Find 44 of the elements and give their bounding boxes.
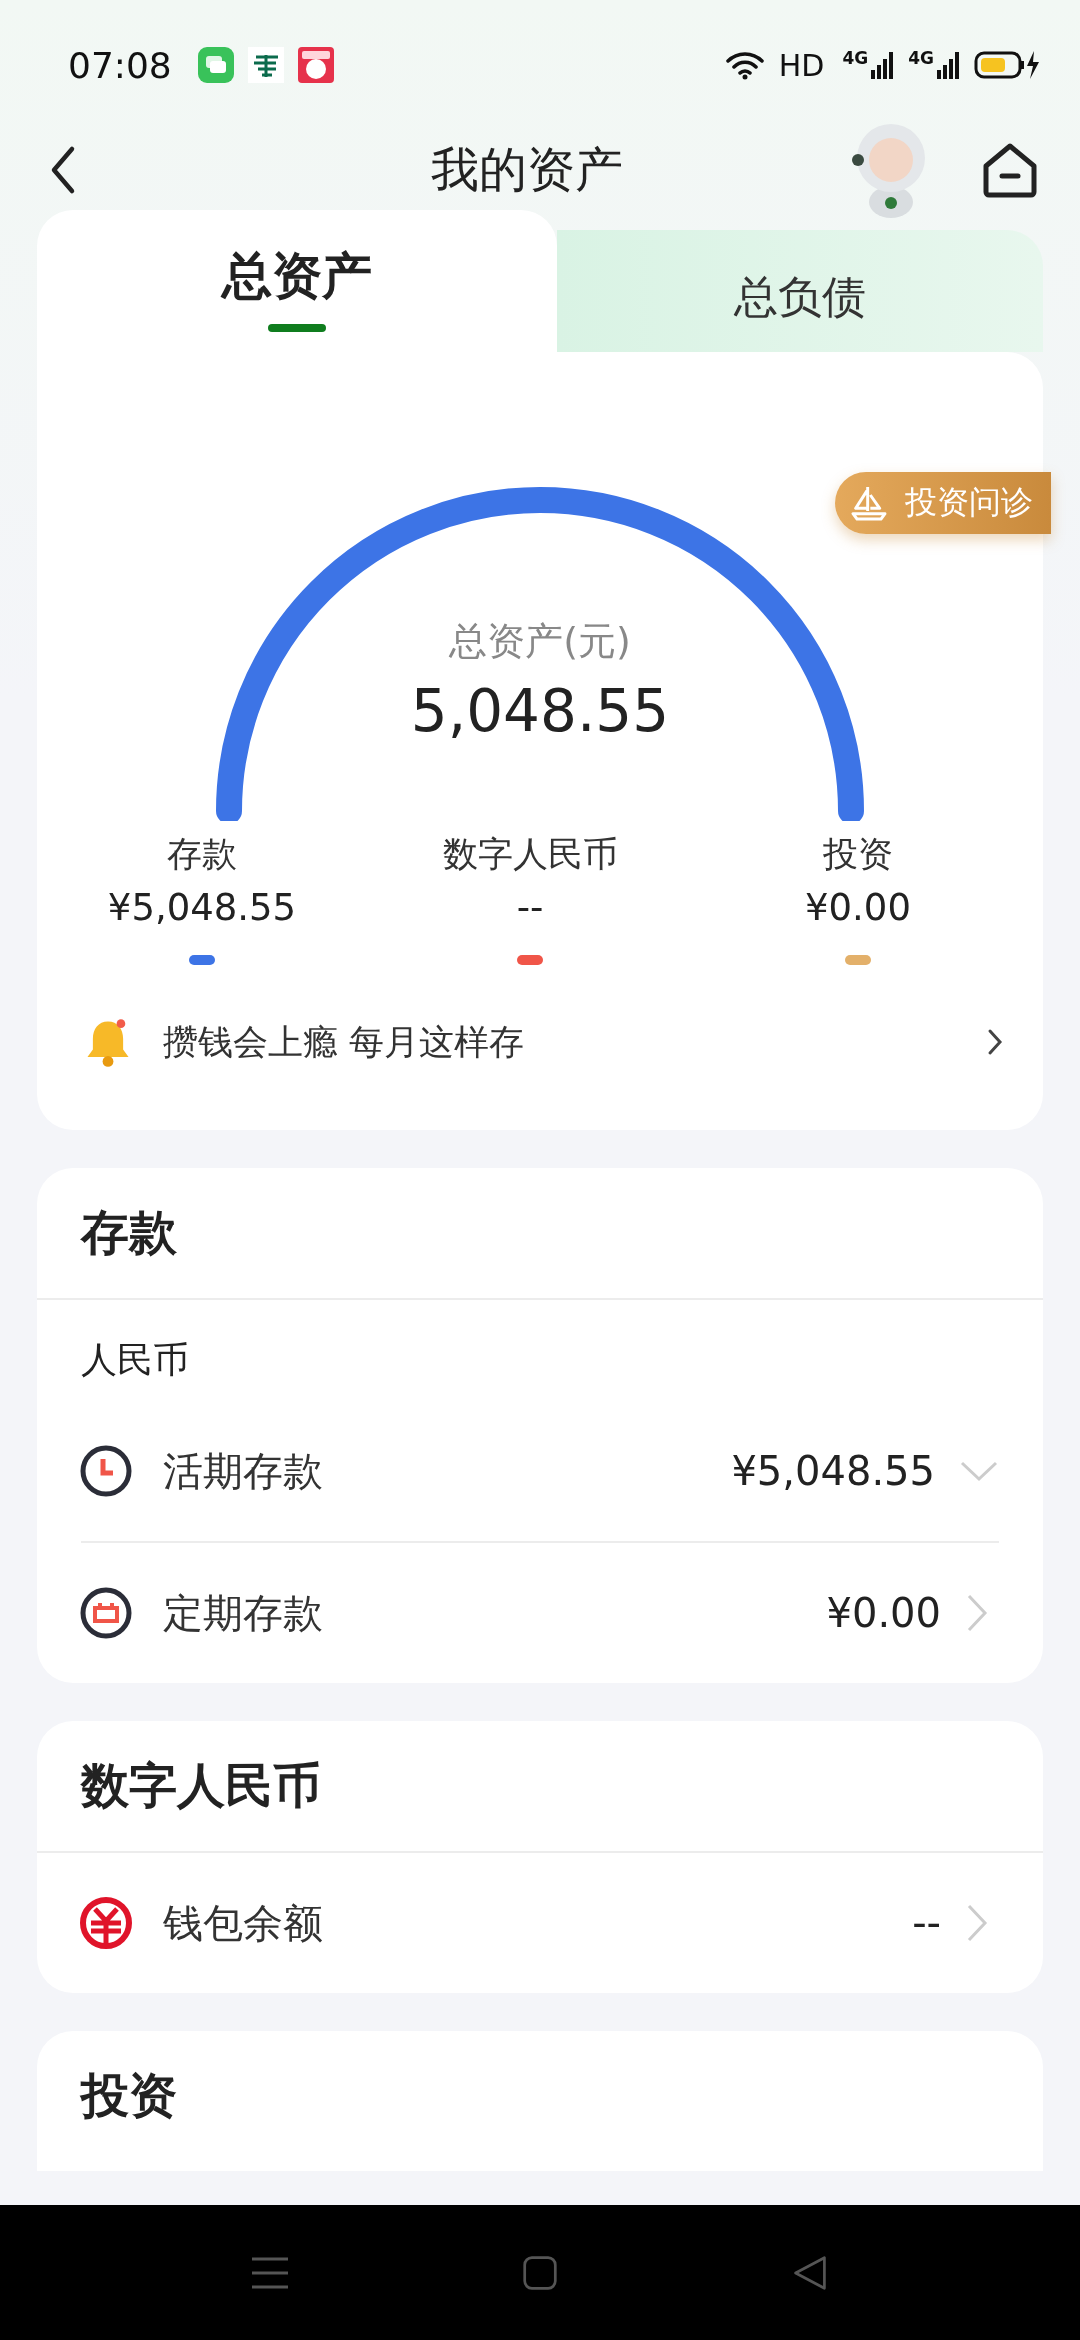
account-amount: -- [912, 1900, 941, 1946]
chevron-right-icon [965, 1903, 989, 1943]
account-name: 定期存款 [163, 1588, 324, 1638]
account-row[interactable]: 定期存款 ¥0.00 [81, 1541, 999, 1683]
sailboat-icon [849, 484, 889, 522]
digital-yuan-icon [79, 1896, 133, 1950]
status-time: 07:08 [68, 44, 172, 86]
currency-label: 人民币 [80, 1338, 190, 1382]
legend-value: ¥0.00 [805, 886, 911, 929]
wifi-icon [724, 50, 765, 80]
legend-value: ¥5,048.55 [107, 886, 297, 929]
battery-charging-icon [974, 50, 1040, 80]
legend-value: -- [516, 886, 544, 929]
section-title: 投资 [79, 2066, 178, 2125]
section-title: 数字人民币 [37, 1721, 1043, 1853]
calendar-icon [79, 1586, 133, 1640]
chevron-right-icon [965, 1593, 989, 1633]
promo-link[interactable]: 攒钱会上瘾 每月这样存 [37, 1015, 1043, 1069]
home-square-icon[interactable] [520, 2254, 560, 2291]
network-label: 4G [842, 48, 869, 68]
signal-icon [936, 50, 960, 80]
account-row[interactable]: 活期存款 ¥5,048.55 [81, 1401, 999, 1541]
account-amount: ¥5,048.55 [731, 1448, 935, 1494]
total-caption: 总资产(元) [449, 618, 631, 665]
account-row[interactable]: 钱包余额 -- [81, 1853, 999, 1993]
shop-app-icon [297, 47, 334, 83]
page-title: 我的资产 [430, 140, 624, 199]
tab[interactable]: 总负债 [557, 230, 1043, 352]
legend-label: 数字人民币 [442, 833, 618, 876]
account-name: 钱包余额 [163, 1898, 324, 1948]
tab[interactable]: 总资产 [37, 210, 557, 352]
account-amount: ¥0.00 [826, 1590, 941, 1636]
account-name: 活期存款 [163, 1446, 324, 1496]
legend-label: 存款 [167, 833, 237, 876]
chevron-right-icon [987, 1028, 1003, 1056]
legend-label: 投资 [823, 833, 893, 876]
hd-label: HD [778, 47, 825, 83]
total-amount: 5,048.55 [410, 677, 670, 745]
network-label: 4G [908, 48, 934, 68]
clock-icon [79, 1444, 133, 1498]
chevron-down-icon [959, 1459, 999, 1483]
section-title: 存款 [37, 1168, 1043, 1300]
signal-icon [870, 50, 895, 80]
chat-app-icon [197, 47, 234, 83]
